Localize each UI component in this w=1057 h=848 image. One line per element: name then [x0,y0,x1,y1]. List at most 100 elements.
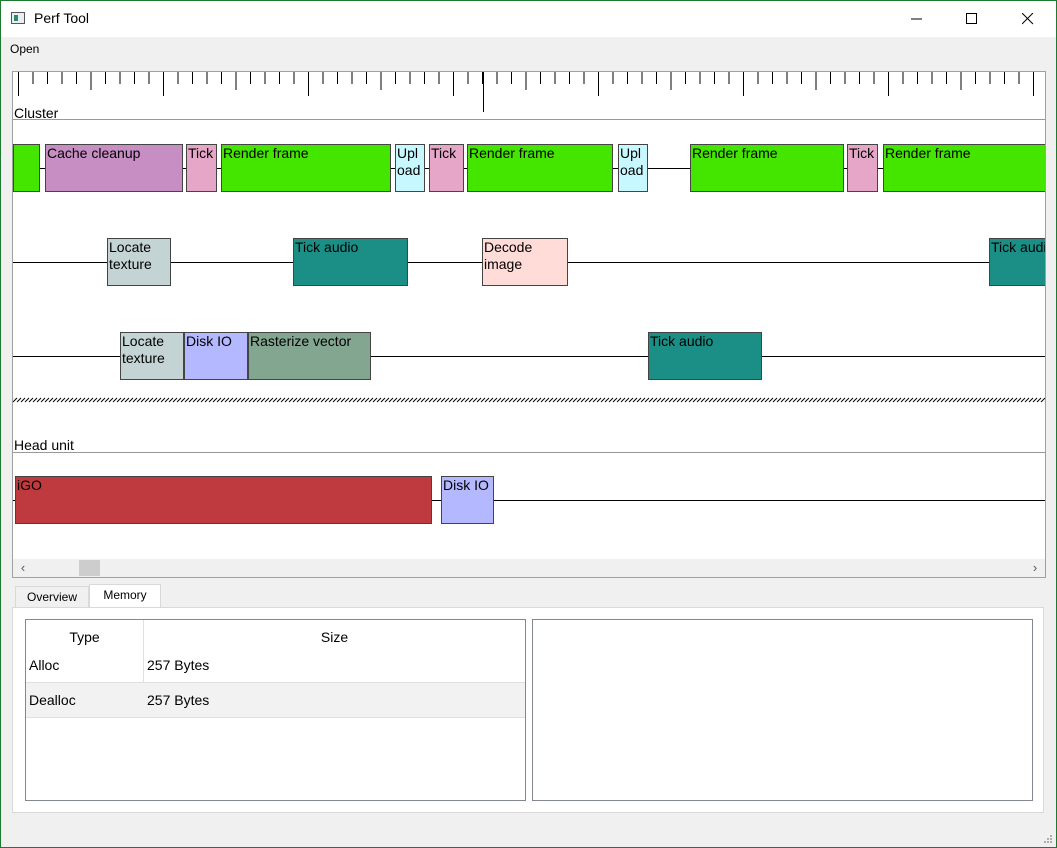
group-separator-hatch [236,397,242,403]
group-separator-hatch [164,397,170,403]
tab-overview[interactable]: Overview [15,586,89,607]
cluster-track3-block[interactable]: Disk IO [184,332,248,380]
timeline-view[interactable]: Cluster Head unit Cache cleanup Tick Ren… [12,71,1046,578]
memory-tab-panel: Type Size Alloc 257 Bytes Dealloc 257 By… [12,607,1044,813]
title-bar[interactable]: Perf Tool [1,1,1056,37]
cluster-track1-block[interactable]: Upl oad [395,144,425,192]
group-separator-hatch [344,397,350,403]
group-separator-hatch [140,397,146,403]
cluster-track2-block[interactable]: Tick audio [989,238,1045,286]
group-separator-hatch [952,397,958,403]
group-separator-hatch [404,397,410,403]
horizontal-scrollbar[interactable]: ‹ › [13,559,1045,577]
cluster-track2-block[interactable]: Tick audio [293,238,408,286]
group-separator-hatch [336,397,342,403]
cluster-track1-block[interactable] [13,144,40,192]
chevron-right-icon[interactable]: › [1027,561,1043,575]
cluster-track1-block[interactable]: Cache cleanup [45,144,183,192]
group-separator-hatch [832,397,838,403]
group-separator-hatch [564,397,570,403]
group-separator-hatch [656,397,662,403]
group-separator-hatch [576,397,582,403]
group-separator-hatch [744,397,750,403]
group-separator-hatch [180,397,186,403]
memory-detail-panel[interactable] [532,619,1033,801]
group-separator-hatch [812,397,818,403]
chevron-left-icon[interactable]: ‹ [15,561,31,575]
head-track1-block[interactable]: iGO [15,476,432,524]
head-track1-block[interactable]: Disk IO [441,476,494,524]
group-separator-hatch [904,397,910,403]
group-separator-hatch [592,397,598,403]
group-separator-hatch [356,397,362,403]
tab-memory[interactable]: Memory [89,584,161,608]
group-separator-hatch [432,397,438,403]
maximize-button[interactable] [949,1,995,37]
group-separator-hatch [276,397,282,403]
cluster-track1-block[interactable]: Tick [847,144,878,192]
group-separator-hatch [88,397,94,403]
group-separator-hatch [196,397,202,403]
window-title: Perf Tool [34,10,89,26]
cluster-track1-block[interactable]: Render frame [221,144,391,192]
group-separator-hatch [76,397,82,403]
group-separator-hatch [892,397,898,403]
cluster-track2-block[interactable]: Locate texture [107,238,171,286]
group-separator-hatch [972,397,978,403]
group-separator-hatch [872,397,878,403]
cluster-track1-block[interactable]: Upl oad [618,144,648,192]
group-separator-hatch [556,397,562,403]
group-separator-hatch [296,397,302,403]
group-separator-hatch [80,397,86,403]
minimize-button[interactable] [894,1,940,37]
group-separator-hatch [648,397,654,403]
resize-grip-icon[interactable] [1043,834,1053,844]
cluster-track3-block[interactable]: Tick audio [648,332,762,380]
group-separator-hatch [324,397,330,403]
group-separator-hatch [13,397,18,403]
close-button[interactable] [1005,1,1051,37]
group-separator-hatch [376,397,382,403]
cluster-track1-block[interactable]: Render frame [883,144,1045,192]
group-separator-hatch [992,397,998,403]
group-separator-hatch [232,397,238,403]
group-separator-hatch [60,397,66,403]
group-separator-hatch [240,397,246,403]
cluster-track1-block[interactable]: Tick [429,144,464,192]
group-separator-hatch [320,397,326,403]
group-separator-hatch [24,397,30,403]
group-separator-hatch [388,397,394,403]
cluster-track2-block[interactable]: Decode image [482,238,568,286]
group-separator-hatch [1032,397,1038,403]
cluster-track1-block[interactable]: Render frame [690,144,844,192]
cluster-track1-block[interactable]: Tick [186,144,217,192]
group-separator-hatch [548,397,554,403]
group-separator-hatch [300,397,306,403]
group-separator-hatch [372,397,378,403]
table-row[interactable]: Dealloc 257 Bytes [26,683,525,718]
memory-table[interactable]: Type Size Alloc 257 Bytes Dealloc 257 By… [25,619,526,801]
group-separator-hatch [852,397,858,403]
group-separator-hatch [660,397,666,403]
group-separator-hatch [716,397,722,403]
table-row[interactable]: Alloc 257 Bytes [26,648,525,683]
group-separator-hatch [152,397,158,403]
group-separator-hatch [732,397,738,403]
group-separator-hatch [668,397,674,403]
cluster-track3-block[interactable]: Locate texture [120,332,184,380]
scrollbar-thumb[interactable] [79,560,100,576]
group-separator-hatch [428,397,434,403]
group-separator-hatch [820,397,826,403]
group-separator-hatch [652,397,658,403]
group-separator-hatch [496,397,502,403]
cluster-track1-block[interactable]: Render frame [467,144,613,192]
group-separator-hatch [120,397,126,403]
group-separator-hatch [964,397,970,403]
group-separator-hatch [168,397,174,403]
group-separator-hatch [20,397,26,403]
cluster-track3-block[interactable]: Rasterize vector [248,332,371,380]
group-separator-hatch [544,397,550,403]
group-separator-hatch [640,397,646,403]
menu-open[interactable]: Open [10,42,39,56]
group-separator-hatch [780,397,786,403]
